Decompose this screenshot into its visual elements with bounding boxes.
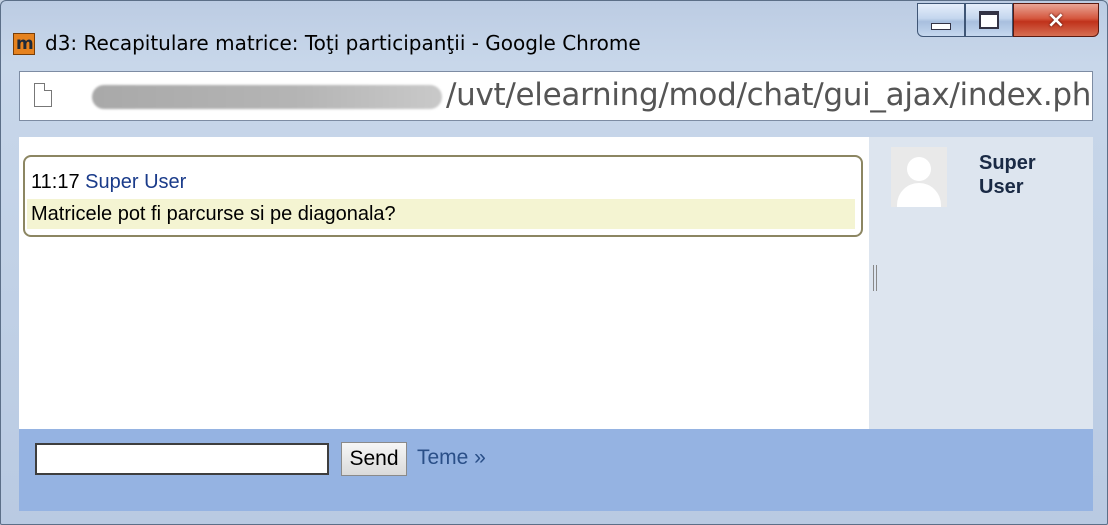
minimize-button[interactable] [917, 3, 965, 37]
close-icon: × [1046, 7, 1066, 33]
chat-page: 11:17 Super User Matricele pot fi parcur… [19, 137, 1093, 511]
message-text: Matricele pot fi parcurse si pe diagonal… [27, 199, 855, 229]
window-title: d3: Recapitulare matrice: Toţi participa… [45, 31, 641, 55]
chat-message: 11:17 Super User Matricele pot fi parcur… [23, 155, 863, 237]
pane-resize-handle[interactable] [873, 265, 877, 291]
themes-link[interactable]: Teme » [417, 446, 486, 470]
message-author: Super User [85, 171, 187, 193]
avatar-head [907, 157, 931, 181]
browser-window: m d3: Recapitulare matrice: Toţi partici… [0, 0, 1108, 525]
user-avatar-icon[interactable] [891, 147, 947, 207]
maximize-icon [979, 11, 999, 29]
redacted-url-host [92, 85, 442, 109]
message-input[interactable] [35, 443, 329, 475]
url-path: /uvt/elearning/mod/chat/gui_ajax/index.p… [446, 77, 1092, 113]
chat-messages-pane[interactable]: 11:17 Super User Matricele pot fi parcur… [19, 137, 867, 429]
message-meta: 11:17 Super User [31, 171, 186, 194]
title-bar[interactable]: m d3: Recapitulare matrice: Toţi partici… [1, 1, 1107, 61]
composer-bar: Send Teme » [19, 429, 1093, 511]
moodle-logo-icon: m [13, 33, 35, 55]
window-controls: × [917, 3, 1099, 39]
page-document-icon [34, 83, 52, 107]
message-time: 11:17 [31, 171, 80, 193]
avatar-body [897, 183, 941, 207]
maximize-button[interactable] [965, 3, 1013, 37]
close-button[interactable]: × [1013, 3, 1099, 37]
minimize-icon [931, 22, 951, 30]
send-button[interactable]: Send [341, 442, 407, 476]
participant-name[interactable]: Super User [979, 151, 1069, 199]
participants-pane: Super User [869, 137, 1093, 429]
address-bar[interactable]: /uvt/elearning/mod/chat/gui_ajax/index.p… [19, 71, 1093, 121]
